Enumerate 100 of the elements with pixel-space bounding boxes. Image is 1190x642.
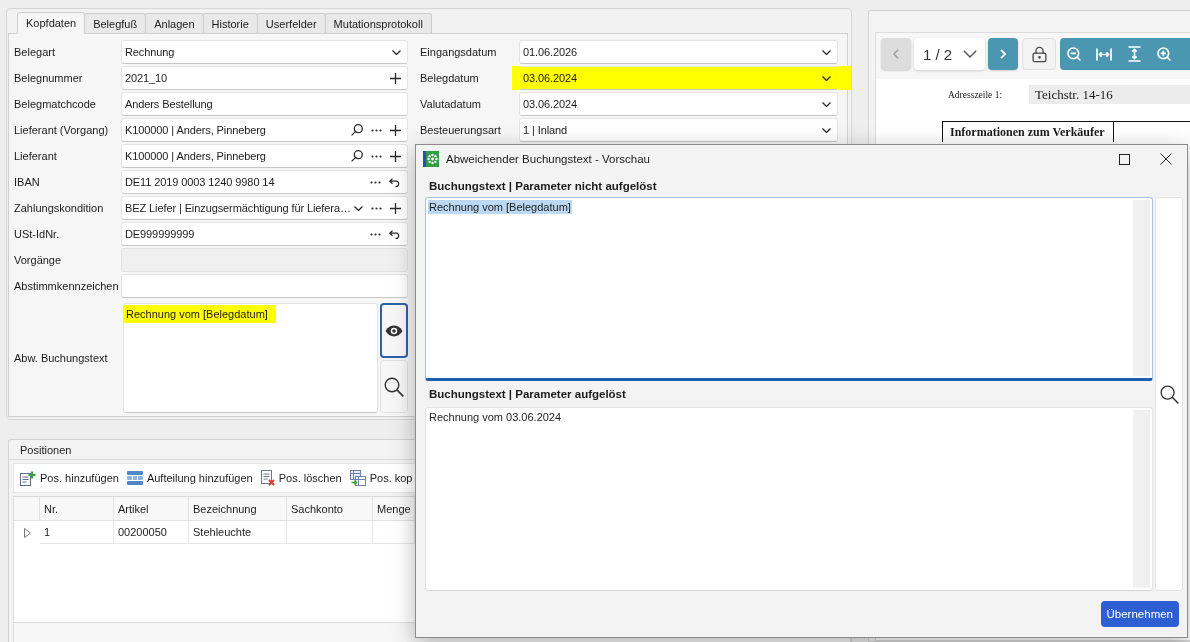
plus-icon[interactable]: [390, 202, 401, 214]
field-label: USt-IdNr.: [14, 228, 61, 240]
ellipsis-icon[interactable]: [370, 232, 381, 236]
field-label: Abw. Buchungstext: [14, 352, 109, 364]
ellipsis-icon[interactable]: [371, 128, 382, 132]
scrollbar-track[interactable]: [1133, 200, 1150, 376]
column-header: Bezeichnung: [189, 497, 287, 521]
input-field[interactable]: [121, 274, 408, 298]
expand-icon[interactable]: [23, 527, 31, 538]
chevron-down-icon[interactable]: [963, 50, 977, 58]
table-rows-icon[interactable]: [126, 471, 143, 485]
zoom-in-icon[interactable]: [1156, 46, 1172, 62]
field-label: Lieferant (Vorgang): [14, 124, 110, 136]
document-label: Adresszeile 1:: [948, 89, 1004, 100]
document-table-header: Informationen zum Verkäufer: [943, 122, 1114, 142]
field-label: Lieferant: [14, 150, 58, 162]
section-label: Buchungstext | Parameter aufgelöst: [429, 388, 626, 400]
search-icon[interactable]: [384, 376, 404, 397]
chevron-down-icon[interactable]: [822, 49, 831, 55]
tab[interactable]: Userfelder: [256, 13, 326, 33]
field-label: Abstimmkennzeichen: [14, 280, 120, 292]
chevron-down-icon[interactable]: [354, 205, 363, 211]
zoom-out-icon[interactable]: [1066, 46, 1082, 62]
document-field: Teichstr. 14-16: [1029, 85, 1190, 104]
ellipsis-icon[interactable]: [371, 154, 382, 158]
input-field[interactable]: K100000 | Anders, Pinneberg: [121, 118, 408, 142]
dropdown-field[interactable]: 01.06.2026: [519, 40, 838, 64]
input-field[interactable]: 2021_10: [121, 66, 408, 90]
field-label: Vorgänge: [14, 254, 63, 266]
column-header: Artikel: [114, 497, 189, 521]
highlighted-text: Rechnung vom [Belegdatum]: [124, 305, 276, 323]
tab[interactable]: Kopfdaten: [17, 12, 86, 34]
tab[interactable]: Belegfuß: [84, 13, 147, 33]
fit-height-icon[interactable]: [1127, 46, 1141, 62]
toolbar-button[interactable]: Pos. kop: [349, 467, 413, 489]
chevron-down-icon[interactable]: [822, 101, 831, 107]
field-label: Belegmatchcode: [14, 98, 97, 110]
field-label: Belegnummer: [14, 72, 84, 84]
dropdown-field[interactable]: 03.06.2024: [519, 66, 838, 90]
field-label: Belegart: [14, 46, 56, 58]
eye-icon[interactable]: [385, 324, 403, 337]
input-field[interactable]: K100000 | Anders, Pinneberg: [121, 144, 408, 168]
dropdown-field[interactable]: 03.06.2024: [519, 92, 838, 116]
input-field[interactable]: DE999999999: [121, 222, 408, 246]
search-icon[interactable]: [1159, 384, 1179, 404]
tab[interactable]: Mutationsprotokoll: [324, 13, 432, 33]
toolbar-button[interactable]: Pos. löschen: [260, 467, 342, 489]
lock-button[interactable]: [1022, 38, 1056, 70]
table-cell: 00200050: [114, 521, 189, 544]
maximize-icon[interactable]: [1118, 153, 1130, 165]
input-field[interactable]: Anders Bestellung: [121, 92, 408, 116]
chevron-right-icon[interactable]: [1000, 49, 1006, 59]
plus-icon[interactable]: [390, 124, 401, 136]
tab[interactable]: Anlagen: [145, 13, 204, 33]
lock-icon[interactable]: [1030, 45, 1048, 63]
confirm-button[interactable]: Übernehmen: [1100, 601, 1179, 627]
field-label: Valutadatum: [420, 98, 482, 110]
dropdown-field[interactable]: 1 | Inland: [519, 118, 838, 142]
delete-document-icon[interactable]: [260, 470, 275, 486]
text-area[interactable]: Rechnung vom 03.06.2024: [425, 407, 1153, 591]
toolbar-button[interactable]: Aufteilung hinzufügen: [126, 467, 253, 489]
field-label: Zahlungskondition: [14, 202, 105, 214]
dropdown-field[interactable]: BEZ Liefer | Einzugsermächtigung für Liefera…: [121, 196, 408, 220]
field-label: IBAN: [14, 176, 41, 188]
tab[interactable]: Historie: [202, 13, 258, 33]
panel-title: Positionen: [20, 443, 72, 456]
toolbar-button[interactable]: Pos. hinzufügen: [20, 467, 119, 489]
table-cell: 1: [40, 521, 114, 544]
selected-text: Rechnung vom [Belegdatum]: [428, 200, 572, 214]
search-icon[interactable]: [351, 124, 363, 136]
section-label: Buchungstext | Parameter nicht aufgelöst: [429, 180, 657, 192]
search-icon[interactable]: [351, 150, 363, 162]
table-cell: Stehleuchte: [189, 521, 287, 544]
text-area[interactable]: Rechnung vom [Belegdatum]: [425, 197, 1153, 381]
column-header: Sachkonto: [287, 497, 373, 521]
page-select[interactable]: 1 / 2: [914, 38, 985, 70]
preview-button[interactable]: [380, 303, 408, 358]
add-document-icon[interactable]: [20, 470, 36, 486]
copy-table-icon[interactable]: [349, 470, 366, 486]
close-icon[interactable]: [1160, 153, 1172, 165]
chevron-down-icon[interactable]: [822, 75, 831, 81]
app-icon: [423, 151, 439, 167]
undo-arrow-icon[interactable]: [389, 229, 401, 239]
chevron-down-icon[interactable]: [392, 49, 401, 55]
dropdown-field[interactable]: Rechnung: [121, 40, 408, 64]
column-header: Nr.: [40, 497, 114, 521]
field-label: Belegdatum: [420, 72, 480, 84]
text-area[interactable]: Rechnung vom [Belegdatum]: [123, 303, 378, 413]
fit-width-icon[interactable]: [1096, 47, 1112, 61]
plus-icon[interactable]: [390, 150, 401, 162]
plus-icon[interactable]: [390, 72, 401, 84]
search-button[interactable]: [380, 360, 408, 413]
field-label: Besteuerungsart: [420, 124, 502, 136]
undo-arrow-icon[interactable]: [389, 177, 401, 187]
input-field[interactable]: DE11 2019 0003 1240 9980 14: [121, 170, 408, 194]
ellipsis-icon[interactable]: [371, 206, 382, 210]
column-header: Menge: [373, 497, 415, 521]
ellipsis-icon[interactable]: [370, 180, 381, 184]
scrollbar-track[interactable]: [1133, 410, 1150, 588]
chevron-down-icon[interactable]: [822, 127, 831, 133]
